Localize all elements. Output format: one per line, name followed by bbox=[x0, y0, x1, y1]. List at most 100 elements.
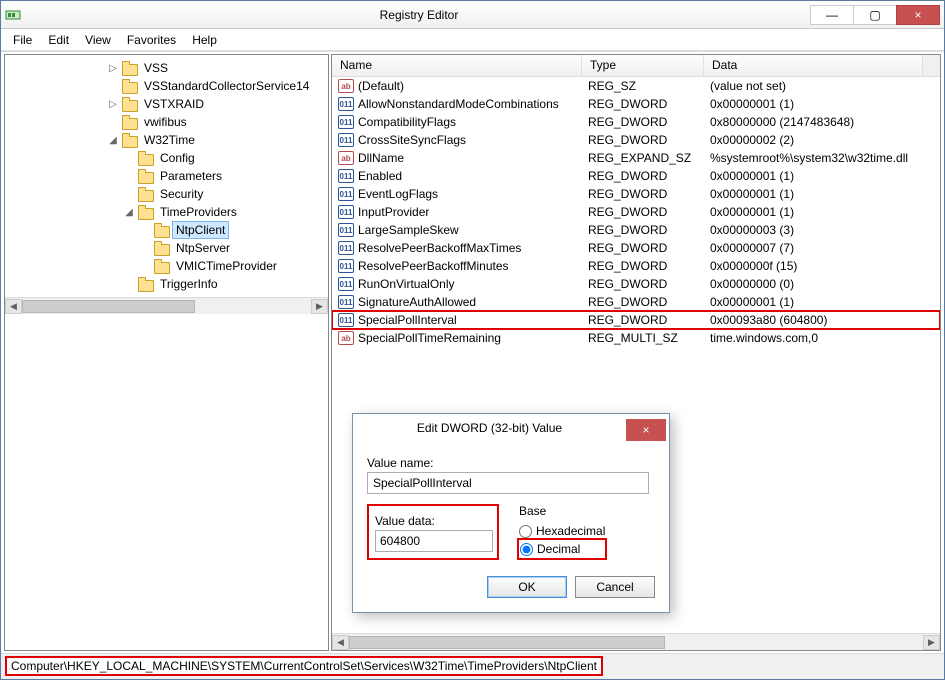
value-name-field[interactable]: SpecialPollInterval bbox=[367, 472, 649, 494]
tree-pane[interactable]: ▷VSSVSStandardCollectorService14▷VSTXRAI… bbox=[4, 54, 329, 651]
list-hscrollbar[interactable]: ◀ ▶ bbox=[332, 633, 940, 650]
cell-type: REG_DWORD bbox=[582, 96, 704, 112]
app-icon bbox=[5, 7, 21, 23]
status-path: Computer\HKEY_LOCAL_MACHINE\SYSTEM\Curre… bbox=[5, 656, 603, 676]
tree-expander-icon[interactable] bbox=[123, 170, 135, 182]
tree-expander-icon[interactable]: ▷ bbox=[107, 98, 119, 110]
reg-binary-icon: 011 bbox=[338, 169, 354, 183]
tree-node[interactable]: ▷VSTXRAID bbox=[7, 95, 328, 113]
radio-hexadecimal[interactable]: Hexadecimal bbox=[519, 522, 605, 540]
radio-dec-input[interactable] bbox=[520, 543, 533, 556]
tree: ▷VSSVSStandardCollectorService14▷VSTXRAI… bbox=[5, 55, 328, 297]
cell-data: 0x80000000 (2147483648) bbox=[704, 114, 940, 130]
tree-node[interactable]: VSStandardCollectorService14 bbox=[7, 77, 328, 95]
list-row[interactable]: 011CrossSiteSyncFlagsREG_DWORD0x00000002… bbox=[332, 131, 940, 149]
tree-expander-icon[interactable] bbox=[107, 80, 119, 92]
dialog-close-button[interactable]: × bbox=[626, 419, 666, 441]
tree-node[interactable]: Config bbox=[7, 149, 328, 167]
list-row[interactable]: abSpecialPollTimeRemainingREG_MULTI_SZti… bbox=[332, 329, 940, 347]
list-row[interactable]: ab(Default)REG_SZ(value not set) bbox=[332, 77, 940, 95]
reg-string-icon: ab bbox=[338, 331, 354, 345]
menu-favorites[interactable]: Favorites bbox=[119, 31, 184, 49]
list-row[interactable]: 011AllowNonstandardModeCombinationsREG_D… bbox=[332, 95, 940, 113]
close-button[interactable]: × bbox=[896, 5, 940, 25]
base-label: Base bbox=[519, 504, 605, 518]
tree-expander-icon[interactable]: ◢ bbox=[123, 206, 135, 218]
tree-hscrollbar[interactable]: ◀ ▶ bbox=[5, 297, 328, 314]
tree-expander-icon[interactable] bbox=[139, 242, 151, 254]
list-row[interactable]: 011ResolvePeerBackoffMinutesREG_DWORD0x0… bbox=[332, 257, 940, 275]
scroll-left-icon[interactable]: ◀ bbox=[5, 299, 22, 314]
list-row[interactable]: 011SignatureAuthAllowedREG_DWORD0x000000… bbox=[332, 293, 940, 311]
tree-node[interactable]: TriggerInfo bbox=[7, 275, 328, 293]
ok-button[interactable]: OK bbox=[487, 576, 567, 598]
tree-label: Config bbox=[157, 150, 198, 166]
tree-node[interactable]: vwifibus bbox=[7, 113, 328, 131]
tree-expander-icon[interactable]: ▷ bbox=[107, 62, 119, 74]
list-row[interactable]: 011CompatibilityFlagsREG_DWORD0x80000000… bbox=[332, 113, 940, 131]
list-row[interactable]: 011ResolvePeerBackoffMaxTimesREG_DWORD0x… bbox=[332, 239, 940, 257]
folder-icon bbox=[137, 187, 153, 201]
value-name: Enabled bbox=[358, 169, 402, 183]
list-row[interactable]: 011EnabledREG_DWORD0x00000001 (1) bbox=[332, 167, 940, 185]
value-name: ResolvePeerBackoffMinutes bbox=[358, 259, 509, 273]
list-row[interactable]: 011InputProviderREG_DWORD0x00000001 (1) bbox=[332, 203, 940, 221]
col-header-name[interactable]: Name bbox=[332, 55, 582, 76]
tree-node[interactable]: VMICTimeProvider bbox=[7, 257, 328, 275]
value-data-group: Value data: bbox=[367, 504, 499, 560]
reg-string-icon: ab bbox=[338, 79, 354, 93]
tree-node[interactable]: ◢W32Time bbox=[7, 131, 328, 149]
tree-node[interactable]: ◢TimeProviders bbox=[7, 203, 328, 221]
list-row[interactable]: 011RunOnVirtualOnlyREG_DWORD0x00000000 (… bbox=[332, 275, 940, 293]
folder-icon bbox=[121, 79, 137, 93]
value-name: SpecialPollTimeRemaining bbox=[358, 331, 501, 345]
tree-node[interactable]: NtpServer bbox=[7, 239, 328, 257]
tree-node[interactable]: Security bbox=[7, 185, 328, 203]
minimize-button[interactable]: — bbox=[810, 5, 854, 25]
value-data-input[interactable] bbox=[375, 530, 493, 552]
scroll-track[interactable] bbox=[22, 299, 311, 314]
tree-expander-icon[interactable] bbox=[107, 116, 119, 128]
window-buttons: — ▢ × bbox=[811, 5, 940, 25]
menu-help[interactable]: Help bbox=[184, 31, 225, 49]
cell-type: REG_DWORD bbox=[582, 204, 704, 220]
reg-string-icon: ab bbox=[338, 151, 354, 165]
radio-hex-input[interactable] bbox=[519, 525, 532, 538]
list-row[interactable]: 011SpecialPollIntervalREG_DWORD0x00093a8… bbox=[332, 311, 940, 329]
cell-type: REG_DWORD bbox=[582, 258, 704, 274]
cell-type: REG_EXPAND_SZ bbox=[582, 150, 704, 166]
scroll-right-icon[interactable]: ▶ bbox=[311, 299, 328, 314]
scroll-left-icon[interactable]: ◀ bbox=[332, 635, 349, 650]
cell-data: time.windows.com,0 bbox=[704, 330, 940, 346]
menu-file[interactable]: File bbox=[5, 31, 40, 49]
tree-label: Parameters bbox=[157, 168, 225, 184]
maximize-button[interactable]: ▢ bbox=[853, 5, 897, 25]
menu-view[interactable]: View bbox=[77, 31, 119, 49]
scroll-track[interactable] bbox=[349, 635, 923, 650]
col-header-data[interactable]: Data bbox=[704, 55, 923, 76]
tree-expander-icon[interactable] bbox=[123, 278, 135, 290]
tree-node[interactable]: Parameters bbox=[7, 167, 328, 185]
menu-edit[interactable]: Edit bbox=[40, 31, 77, 49]
scroll-right-icon[interactable]: ▶ bbox=[923, 635, 940, 650]
tree-node[interactable]: ▷VSS bbox=[7, 59, 328, 77]
scroll-thumb[interactable] bbox=[22, 300, 195, 313]
tree-expander-icon[interactable] bbox=[123, 188, 135, 200]
tree-expander-icon[interactable] bbox=[139, 260, 151, 272]
col-header-type[interactable]: Type bbox=[582, 55, 704, 76]
tree-label: VSStandardCollectorService14 bbox=[141, 78, 312, 94]
radio-decimal[interactable]: Decimal bbox=[519, 540, 605, 558]
tree-label: TriggerInfo bbox=[157, 276, 221, 292]
tree-expander-icon[interactable]: ◢ bbox=[107, 134, 119, 146]
tree-expander-icon[interactable] bbox=[123, 152, 135, 164]
tree-node[interactable]: NtpClient bbox=[7, 221, 328, 239]
cell-name: 011LargeSampleSkew bbox=[332, 222, 582, 238]
cancel-button[interactable]: Cancel bbox=[575, 576, 655, 598]
list-row[interactable]: 011LargeSampleSkewREG_DWORD0x00000003 (3… bbox=[332, 221, 940, 239]
list-row[interactable]: 011EventLogFlagsREG_DWORD0x00000001 (1) bbox=[332, 185, 940, 203]
tree-expander-icon[interactable] bbox=[139, 224, 151, 236]
tree-label: VMICTimeProvider bbox=[173, 258, 280, 274]
scroll-thumb[interactable] bbox=[349, 636, 665, 649]
list-row[interactable]: abDllNameREG_EXPAND_SZ%systemroot%\syste… bbox=[332, 149, 940, 167]
list-body[interactable]: ab(Default)REG_SZ(value not set)011Allow… bbox=[332, 77, 940, 633]
